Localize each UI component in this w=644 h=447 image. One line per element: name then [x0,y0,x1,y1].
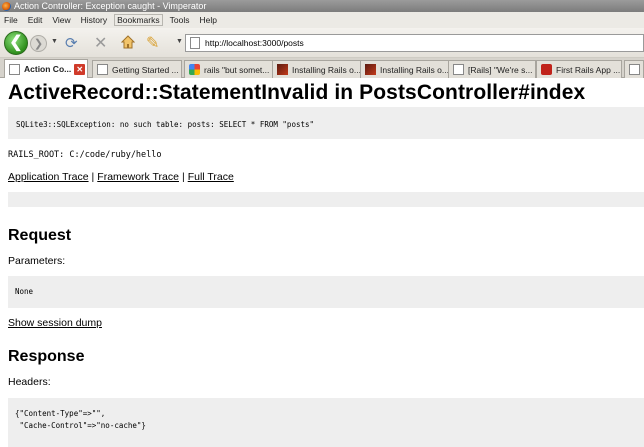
red-site-icon [541,64,552,75]
dark-site-icon [277,64,288,75]
error-message-box: SQLite3::SQLException: no such table: po… [8,107,644,139]
back-arrow-icon: ❮ [9,34,23,51]
framework-trace-link[interactable]: Framework Trace [97,171,179,183]
page-icon [453,64,464,75]
rails-root: RAILS_ROOT: C:/code/ruby/hello [8,150,162,160]
tab-installing-rails-2[interactable]: Installing Rails o... [360,60,450,78]
full-trace-link[interactable]: Full Trace [188,171,234,183]
reload-icon[interactable]: ⟳ [65,34,78,52]
headers-label: Headers: [8,376,51,388]
tab-label: [Rails] "We're s... [468,64,533,75]
page-icon [97,64,108,75]
tab-action-controller[interactable]: Action Co... ✕ [4,59,88,78]
close-tab-icon[interactable]: ✕ [74,63,86,75]
menu-file[interactable]: File [4,15,18,25]
window-title: Action Controller: Exception caught - Vi… [14,1,207,11]
headers-line: "Cache-Control"=>"no-cache"} [15,421,146,430]
back-button[interactable]: ❮ [4,31,28,55]
window-titlebar: Action Controller: Exception caught - Vi… [0,0,644,12]
tab-first-rails-app[interactable]: First Rails App ... [536,60,622,78]
tab-label: Installing Rails o... [380,64,449,75]
parameters-box: None [8,276,644,308]
trace-separator: | [91,171,95,183]
home-icon[interactable] [121,35,135,49]
page-icon [9,63,20,75]
navigation-toolbar: ❮ ❯ ▼ ⟳ ✕ ✎ ▼ http://localhost:3000/post… [0,28,644,58]
show-session-dump-link[interactable]: Show session dump [8,317,102,329]
tab-bar: Action Co... ✕ Getting Started ... rails… [0,58,644,78]
tab-getting-started[interactable]: Getting Started ... [92,60,182,78]
google-icon [189,64,200,75]
parameters-value: None [15,287,34,296]
tab-overflow[interactable] [624,60,644,78]
error-message: SQLite3::SQLException: no such table: po… [16,120,315,129]
dark-site-icon [365,64,376,75]
page-icon [190,37,200,49]
firefox-icon [2,1,11,11]
trace-separator: | [181,171,185,183]
tab-label: Action Co... [24,64,72,74]
tab-label: Getting Started ... [112,64,179,75]
headers-box: {"Content-Type"=>"", "Cache-Control"=>"n… [8,398,644,447]
trace-box [8,192,644,207]
page-content: ActiveRecord::StatementInvalid in PostsC… [0,78,644,447]
tab-label: Installing Rails o... [292,64,361,75]
menu-view[interactable]: View [52,15,70,25]
pencil-icon[interactable]: ✎ [146,33,159,53]
forward-arrow-icon: ❯ [33,38,44,50]
tab-installing-rails-1[interactable]: Installing Rails o... [272,60,362,78]
menu-help[interactable]: Help [199,15,216,25]
request-heading: Request [8,227,72,244]
response-heading: Response [8,348,85,365]
menu-bar: File Edit View History Bookmarks Tools H… [0,12,644,28]
tab-label: First Rails App ... [556,64,621,75]
tab-rails-search[interactable]: rails "but somet... [184,60,274,78]
menu-edit[interactable]: Edit [28,15,43,25]
menu-bookmarks[interactable]: Bookmarks [114,14,163,26]
stop-icon[interactable]: ✕ [94,33,107,53]
headers-line: {"Content-Type"=>"", [15,409,106,418]
history-dropdown-icon[interactable]: ▼ [51,38,58,45]
pencil-dropdown-icon[interactable]: ▼ [176,38,183,45]
parameters-label: Parameters: [8,255,66,267]
url-bar[interactable]: http://localhost:3000/posts [185,34,644,52]
trace-links: Application Trace | Framework Trace | Full T… [8,171,234,183]
url-text[interactable]: http://localhost:3000/posts [205,38,304,48]
page-icon [629,64,640,75]
application-trace-link[interactable]: Application Trace [8,171,89,183]
tab-label: rails "but somet... [204,64,270,75]
page-title: ActiveRecord::StatementInvalid in PostsC… [8,81,586,104]
tab-rails-were[interactable]: [Rails] "We're s... [448,60,536,78]
menu-tools[interactable]: Tools [170,15,190,25]
menu-history[interactable]: History [81,15,107,25]
forward-button[interactable]: ❯ [30,35,47,52]
